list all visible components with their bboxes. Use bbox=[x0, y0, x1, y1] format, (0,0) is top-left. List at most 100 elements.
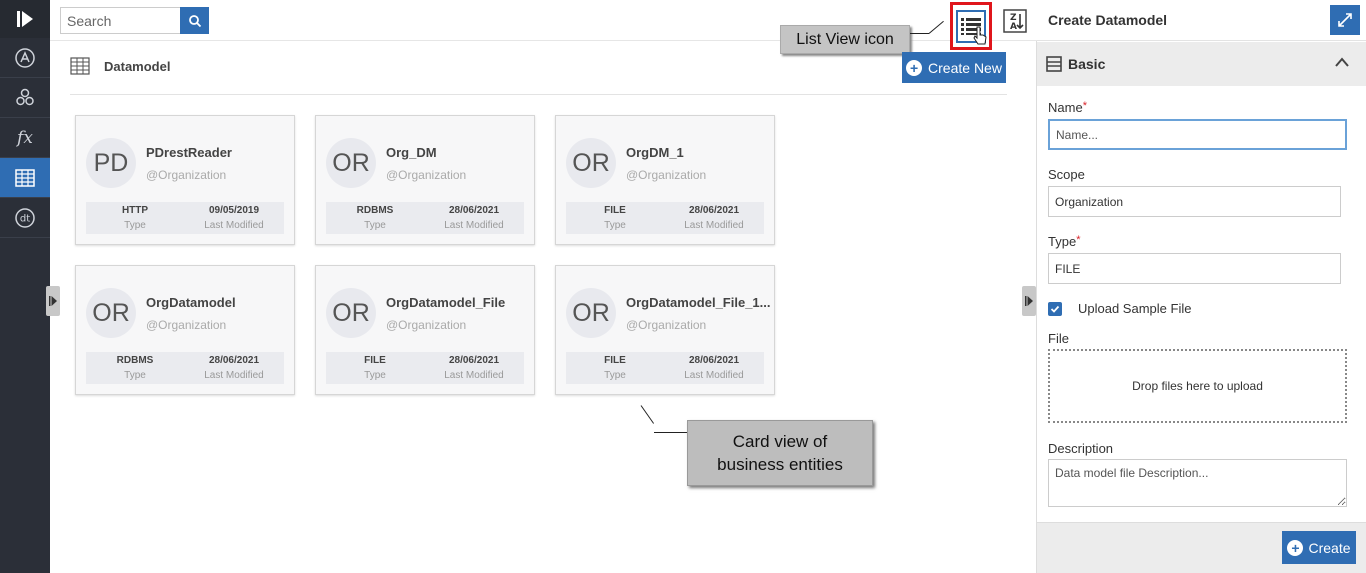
avatar: OR bbox=[566, 138, 616, 188]
card-title: OrgDatamodel_File_1... bbox=[626, 295, 771, 310]
fx-icon[interactable]: fx bbox=[0, 118, 50, 158]
sort-az-icon: Z A bbox=[1003, 9, 1027, 33]
main-area: Z A List View icon Datamodel + Cre bbox=[46, 0, 1037, 573]
search-icon bbox=[188, 14, 201, 27]
card-meta: RDBMS Type 28/06/2021 Last Modified bbox=[86, 352, 284, 384]
avatar: OR bbox=[326, 138, 376, 188]
plus-circle-icon: + bbox=[1287, 539, 1304, 556]
entity-card[interactable]: OR OrgDM_1 @Organization FILE Type 28/06/… bbox=[555, 115, 775, 245]
card-title: Org_DM bbox=[386, 145, 437, 160]
panel-title: Create Datamodel bbox=[1037, 0, 1366, 41]
avatar: OR bbox=[326, 288, 376, 338]
card-type-label: Type bbox=[604, 220, 626, 231]
panel-footer: + Create bbox=[1037, 522, 1366, 573]
card-modified: 09/05/2019 bbox=[208, 205, 260, 216]
card-modified-label: Last Modified bbox=[204, 370, 264, 381]
upload-sample-checkbox[interactable] bbox=[1048, 302, 1062, 316]
page-title: Datamodel bbox=[104, 58, 171, 74]
hexagons-icon[interactable] bbox=[0, 78, 50, 118]
file-label: File bbox=[1048, 331, 1069, 346]
card-modified: 28/06/2021 bbox=[208, 355, 260, 366]
callout-leader bbox=[910, 33, 929, 34]
card-view-callout-line2: business entities bbox=[717, 455, 843, 474]
callout-leader bbox=[654, 432, 688, 433]
card-type-label: Type bbox=[364, 370, 386, 381]
card-scope: @Organization bbox=[386, 168, 467, 182]
card-modified: 28/06/2021 bbox=[448, 355, 500, 366]
plus-circle-icon: + bbox=[906, 59, 923, 76]
basic-section-label: Basic bbox=[1068, 56, 1106, 72]
section-header: Datamodel bbox=[70, 57, 170, 75]
card-type: HTTP bbox=[121, 205, 149, 216]
card-title: OrgDatamodel bbox=[146, 295, 236, 310]
create-new-label: Create New bbox=[928, 59, 1002, 76]
divider bbox=[70, 94, 1007, 95]
expand-icon bbox=[1338, 13, 1352, 27]
card-scope: @Organization bbox=[626, 318, 707, 332]
card-meta: HTTP Type 09/05/2019 Last Modified bbox=[86, 202, 284, 234]
create-button[interactable]: + Create bbox=[1282, 531, 1356, 564]
logo-icon[interactable] bbox=[0, 0, 50, 38]
dt-circle-icon[interactable]: dt bbox=[0, 198, 50, 238]
table-icon[interactable] bbox=[0, 158, 50, 198]
type-field[interactable]: FILE bbox=[1048, 253, 1341, 284]
a-circle-icon[interactable] bbox=[0, 38, 50, 78]
cursor-hand-icon bbox=[973, 26, 987, 45]
type-label: Type* bbox=[1048, 234, 1081, 249]
card-type: FILE bbox=[604, 205, 626, 216]
right-collapse-handle[interactable] bbox=[1022, 286, 1036, 316]
checkmark-icon bbox=[1050, 305, 1060, 313]
description-label: Description bbox=[1048, 441, 1114, 456]
card-scope: @Organization bbox=[386, 318, 467, 332]
scope-field[interactable]: Organization bbox=[1048, 186, 1341, 217]
entity-card[interactable]: OR OrgDatamodel @Organization RDBMS Type … bbox=[75, 265, 295, 395]
svg-text:A: A bbox=[1010, 22, 1017, 32]
card-modified-label: Last Modified bbox=[444, 220, 504, 231]
avatar: OR bbox=[86, 288, 136, 338]
name-label: Name* bbox=[1048, 100, 1087, 115]
basic-section-header[interactable]: Basic bbox=[1037, 42, 1366, 86]
form-icon bbox=[1046, 56, 1062, 72]
card-view-callout-line1: Card view of bbox=[732, 432, 828, 451]
expand-button[interactable] bbox=[1330, 5, 1360, 35]
card-type: RDBMS bbox=[116, 355, 154, 366]
card-modified: 28/06/2021 bbox=[448, 205, 500, 216]
callout-leader bbox=[640, 405, 655, 424]
card-meta: RDBMS Type 28/06/2021 Last Modified bbox=[326, 202, 524, 234]
card-type: FILE bbox=[364, 355, 386, 366]
create-datamodel-panel: Create Datamodel Basic Name* Scope Organ… bbox=[1037, 0, 1366, 573]
card-type-label: Type bbox=[124, 220, 146, 231]
left-collapse-handle[interactable] bbox=[46, 286, 60, 316]
collapse-arrow-icon bbox=[49, 296, 57, 306]
card-modified-label: Last Modified bbox=[684, 370, 744, 381]
left-nav-rail: fx dt bbox=[0, 0, 50, 573]
name-input[interactable] bbox=[1048, 119, 1347, 150]
card-type: FILE bbox=[604, 355, 626, 366]
search-button[interactable] bbox=[180, 7, 209, 34]
card-title: OrgDatamodel_File bbox=[386, 295, 506, 310]
card-scope: @Organization bbox=[146, 318, 227, 332]
card-type-label: Type bbox=[364, 220, 386, 231]
card-meta: FILE Type 28/06/2021 Last Modified bbox=[326, 352, 524, 384]
create-new-button[interactable]: + Create New bbox=[902, 52, 1006, 83]
file-dropzone[interactable]: Drop files here to upload bbox=[1048, 349, 1347, 423]
card-scope: @Organization bbox=[626, 168, 707, 182]
sort-az-button[interactable]: Z A bbox=[1003, 9, 1027, 33]
entity-card[interactable]: OR OrgDatamodel_File_1... @Organization … bbox=[555, 265, 775, 395]
avatar: PD bbox=[86, 138, 136, 188]
card-modified: 28/06/2021 bbox=[688, 355, 740, 366]
dt-icon-label: dt bbox=[20, 213, 30, 224]
card-modified: 28/06/2021 bbox=[688, 205, 740, 216]
card-meta: FILE Type 28/06/2021 Last Modified bbox=[566, 352, 764, 384]
description-field[interactable] bbox=[1048, 459, 1347, 507]
card-title: OrgDM_1 bbox=[626, 145, 684, 160]
chevron-up-icon[interactable] bbox=[1334, 56, 1350, 68]
avatar: OR bbox=[566, 288, 616, 338]
card-modified-label: Last Modified bbox=[204, 220, 264, 231]
entity-card[interactable]: OR OrgDatamodel_File @Organization FILE T… bbox=[315, 265, 535, 395]
card-meta: FILE Type 28/06/2021 Last Modified bbox=[566, 202, 764, 234]
card-type: RDBMS bbox=[356, 205, 394, 216]
card-type-label: Type bbox=[124, 370, 146, 381]
entity-card[interactable]: OR Org_DM @Organization RDBMS Type 28/06/… bbox=[315, 115, 535, 245]
entity-card[interactable]: PD PDrestReader @Organization HTTP Type 0… bbox=[75, 115, 295, 245]
